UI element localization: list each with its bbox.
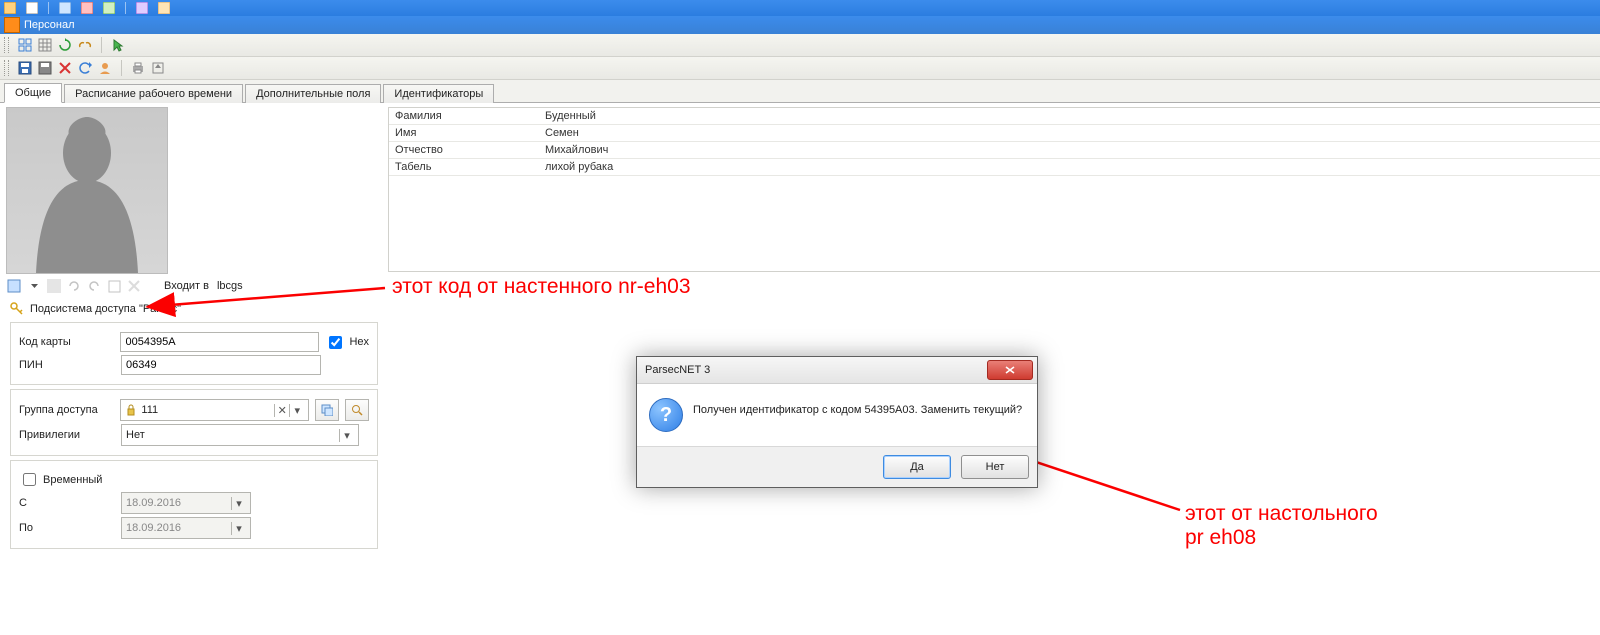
lock-icon xyxy=(125,404,137,416)
pin-input[interactable] xyxy=(121,355,321,375)
date-from-value: 18.09.2016 xyxy=(126,497,181,509)
subsystem-header: Подсистема доступа "Parsec" xyxy=(10,302,382,316)
delete-icon[interactable] xyxy=(57,60,73,76)
info-key: Фамилия xyxy=(395,110,545,122)
toolbar-handle[interactable] xyxy=(4,60,9,76)
ribbon-icon[interactable] xyxy=(24,1,40,15)
window-title: Персонал xyxy=(24,19,75,31)
temporary-group: Временный С 18.09.2016 ▾ По 18.09.2016 ▾ xyxy=(10,460,378,549)
dropdown-icon[interactable]: ▾ xyxy=(339,429,354,442)
redo-small-icon[interactable] xyxy=(86,278,102,294)
grid-table-icon[interactable] xyxy=(37,37,53,53)
save-as-icon[interactable] xyxy=(37,60,53,76)
view-grid-icon[interactable] xyxy=(17,37,33,53)
card-group: Код карты Hex ПИН xyxy=(10,322,378,385)
card-code-input[interactable] xyxy=(120,332,319,352)
photo-toolbar: Входит в lbcgs xyxy=(6,278,382,294)
toolbar-row-2 xyxy=(0,57,1600,80)
tab-identifiers[interactable]: Идентификаторы xyxy=(383,84,494,103)
info-val: Буденный xyxy=(545,110,596,122)
ribbon-icon[interactable] xyxy=(57,1,73,15)
tab-schedule[interactable]: Расписание рабочего времени xyxy=(64,84,243,103)
delete-small-icon[interactable] xyxy=(126,278,142,294)
pin-label: ПИН xyxy=(19,359,115,371)
date-to-label: По xyxy=(19,522,115,534)
app-icon xyxy=(4,17,20,33)
info-key: Табель xyxy=(395,161,545,173)
search-button[interactable] xyxy=(345,399,369,421)
date-from[interactable]: 18.09.2016 ▾ xyxy=(121,492,251,514)
save-small-icon[interactable] xyxy=(46,278,62,294)
export-icon[interactable] xyxy=(150,60,166,76)
print-icon[interactable] xyxy=(130,60,146,76)
priv-select[interactable]: Нет ▾ xyxy=(121,424,359,446)
undo-icon[interactable] xyxy=(77,60,93,76)
info-key: Имя xyxy=(395,127,545,139)
dialog-title: ParsecNET 3 xyxy=(645,364,710,376)
clear-icon[interactable]: ✕ xyxy=(274,404,289,417)
hex-checkbox[interactable] xyxy=(329,336,342,349)
image-icon[interactable] xyxy=(6,278,22,294)
refresh-icon[interactable] xyxy=(57,37,73,53)
access-group: Группа доступа 111 ✕ ▾ Привилегии xyxy=(10,389,378,456)
ribbon-icon[interactable] xyxy=(134,1,150,15)
dialog-titlebar[interactable]: ParsecNET 3 xyxy=(637,357,1037,384)
info-row: Табель лихой рубака xyxy=(389,159,1600,176)
info-row: Отчество Михайлович xyxy=(389,142,1600,159)
date-to[interactable]: 18.09.2016 ▾ xyxy=(121,517,251,539)
question-icon: ? xyxy=(649,398,683,432)
access-group-label: Группа доступа xyxy=(19,404,114,416)
info-val: лихой рубака xyxy=(545,161,613,173)
priv-value: Нет xyxy=(126,429,145,441)
dropdown-icon[interactable]: ▾ xyxy=(231,522,246,535)
dialog: ParsecNET 3 ? Получен идентификатор с ко… xyxy=(636,356,1038,488)
dialog-yes-button[interactable]: Да xyxy=(883,455,951,479)
card-code-label: Код карты xyxy=(19,336,114,348)
info-val: Семен xyxy=(545,127,579,139)
tab-general[interactable]: Общие xyxy=(4,83,62,103)
info-row: Имя Семен xyxy=(389,125,1600,142)
info-val: Михайлович xyxy=(545,144,608,156)
priv-label: Привилегии xyxy=(19,429,115,441)
tab-extra-fields[interactable]: Дополнительные поля xyxy=(245,84,381,103)
ribbon-icon[interactable] xyxy=(2,1,18,15)
undo-small-icon[interactable] xyxy=(66,278,82,294)
info-key: Отчество xyxy=(395,144,545,156)
copy-button[interactable] xyxy=(315,399,339,421)
date-to-value: 18.09.2016 xyxy=(126,522,181,534)
checkbox-ico[interactable] xyxy=(106,278,122,294)
person-info-panel: Фамилия Буденный Имя Семен Отчество Миха… xyxy=(388,107,1600,272)
pointer-icon[interactable] xyxy=(110,37,126,53)
save-icon[interactable] xyxy=(17,60,33,76)
toolbar-row-1 xyxy=(0,34,1600,57)
key-icon xyxy=(10,302,24,316)
info-row: Фамилия Буденный xyxy=(389,108,1600,125)
access-group-select[interactable]: 111 ✕ ▾ xyxy=(120,399,309,421)
dialog-close-button[interactable] xyxy=(987,360,1033,380)
subsystem-header-text: Подсистема доступа "Parsec" xyxy=(30,303,181,315)
dialog-no-button[interactable]: Нет xyxy=(961,455,1029,479)
temp-checkbox-label: Временный xyxy=(43,474,102,486)
date-from-label: С xyxy=(19,497,115,509)
temp-checkbox[interactable] xyxy=(23,473,36,486)
toolbar-handle[interactable] xyxy=(4,37,9,53)
photo-placeholder[interactable] xyxy=(6,107,168,274)
window-titlebar: Персонал xyxy=(0,16,1600,34)
member-of-value: lbcgs xyxy=(217,280,243,292)
app-ribbon xyxy=(0,0,1600,16)
dd-icon[interactable] xyxy=(26,278,42,294)
dialog-message: Получен идентификатор с кодом 54395A03. … xyxy=(693,398,1022,416)
dropdown-icon[interactable]: ▾ xyxy=(231,497,246,510)
ribbon-icon[interactable] xyxy=(156,1,172,15)
member-of-label: Входит в xyxy=(164,280,209,292)
access-group-value: 111 xyxy=(141,404,158,416)
content: Входит в lbcgs Подсистема доступа "Parse… xyxy=(0,103,1600,557)
ribbon-icon[interactable] xyxy=(101,1,117,15)
hex-label: Hex xyxy=(349,336,369,348)
user-icon[interactable] xyxy=(97,60,113,76)
ribbon-icon[interactable] xyxy=(79,1,95,15)
link-icon[interactable] xyxy=(77,37,93,53)
tabs: Общие Расписание рабочего времени Дополн… xyxy=(0,80,1600,103)
dropdown-icon[interactable]: ▾ xyxy=(289,404,304,417)
